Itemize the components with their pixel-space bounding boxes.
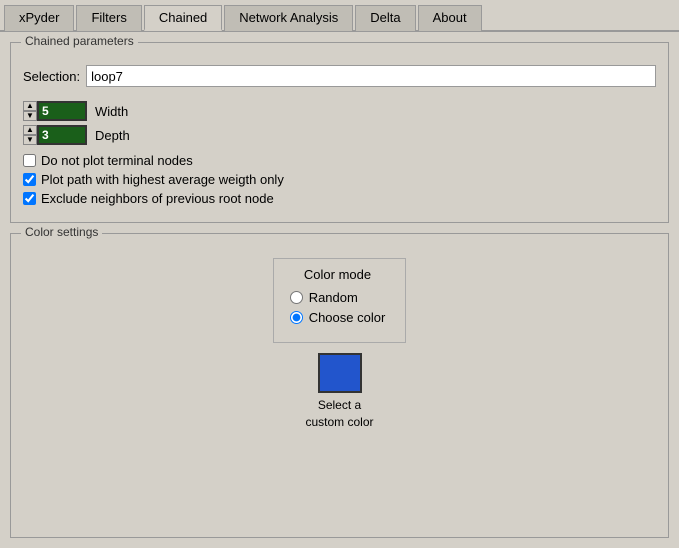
tab-chained[interactable]: Chained <box>144 5 222 31</box>
width-label: Width <box>95 104 128 119</box>
depth-label: Depth <box>95 128 130 143</box>
tab-delta[interactable]: Delta <box>355 5 415 31</box>
choose-color-radio[interactable] <box>290 311 303 324</box>
tab-about[interactable]: About <box>418 5 482 31</box>
color-settings-group: Color settings Color mode Random Choose … <box>10 233 669 538</box>
tab-network-analysis[interactable]: Network Analysis <box>224 5 353 31</box>
color-mode-box: Color mode Random Choose color <box>273 258 407 343</box>
color-mode-title: Color mode <box>290 267 386 282</box>
width-spin-up[interactable]: ▲ <box>23 101 37 111</box>
tab-bar: xPyder Filters Chained Network Analysis … <box>0 0 679 32</box>
color-swatch-label: Select a custom color <box>305 397 373 431</box>
selection-input[interactable] <box>86 65 656 87</box>
checkbox-terminal-label: Do not plot terminal nodes <box>41 153 193 168</box>
depth-input[interactable] <box>37 125 87 145</box>
choose-color-label: Choose color <box>309 310 386 325</box>
width-spinbox-row: ▲ ▼ Width <box>23 101 656 121</box>
random-label: Random <box>309 290 358 305</box>
selection-label: Selection: <box>23 69 80 84</box>
color-swatch-section: Select a custom color <box>305 353 373 431</box>
checkbox-neighbors-label: Exclude neighbors of previous root node <box>41 191 274 206</box>
checkbox-terminal[interactable] <box>23 154 36 167</box>
depth-spin-down[interactable]: ▼ <box>23 135 37 145</box>
checkbox-highest[interactable] <box>23 173 36 186</box>
width-input[interactable] <box>37 101 87 121</box>
depth-spin-up[interactable]: ▲ <box>23 125 37 135</box>
random-radio[interactable] <box>290 291 303 304</box>
checkbox-neighbors[interactable] <box>23 192 36 205</box>
color-settings-content: Color mode Random Choose color Select a … <box>23 250 656 439</box>
width-spin-down[interactable]: ▼ <box>23 111 37 121</box>
main-content: Chained parameters Selection: ▲ ▼ Width … <box>0 32 679 548</box>
checkbox-neighbors-row: Exclude neighbors of previous root node <box>23 191 656 206</box>
checkbox-terminal-row: Do not plot terminal nodes <box>23 153 656 168</box>
width-spinbox-arrows: ▲ ▼ <box>23 101 37 121</box>
selection-row: Selection: <box>23 65 656 87</box>
chained-params-title: Chained parameters <box>21 34 138 48</box>
tab-filters[interactable]: Filters <box>76 5 141 31</box>
color-settings-title: Color settings <box>21 225 102 239</box>
checkbox-highest-label: Plot path with highest average weigth on… <box>41 172 284 187</box>
color-swatch[interactable] <box>318 353 362 393</box>
random-radio-row: Random <box>290 290 386 305</box>
tab-xpyder[interactable]: xPyder <box>4 5 74 31</box>
checkbox-highest-row: Plot path with highest average weigth on… <box>23 172 656 187</box>
depth-spinbox-row: ▲ ▼ Depth <box>23 125 656 145</box>
choose-color-radio-row: Choose color <box>290 310 386 325</box>
depth-spinbox-arrows: ▲ ▼ <box>23 125 37 145</box>
chained-params-group: Chained parameters Selection: ▲ ▼ Width … <box>10 42 669 223</box>
